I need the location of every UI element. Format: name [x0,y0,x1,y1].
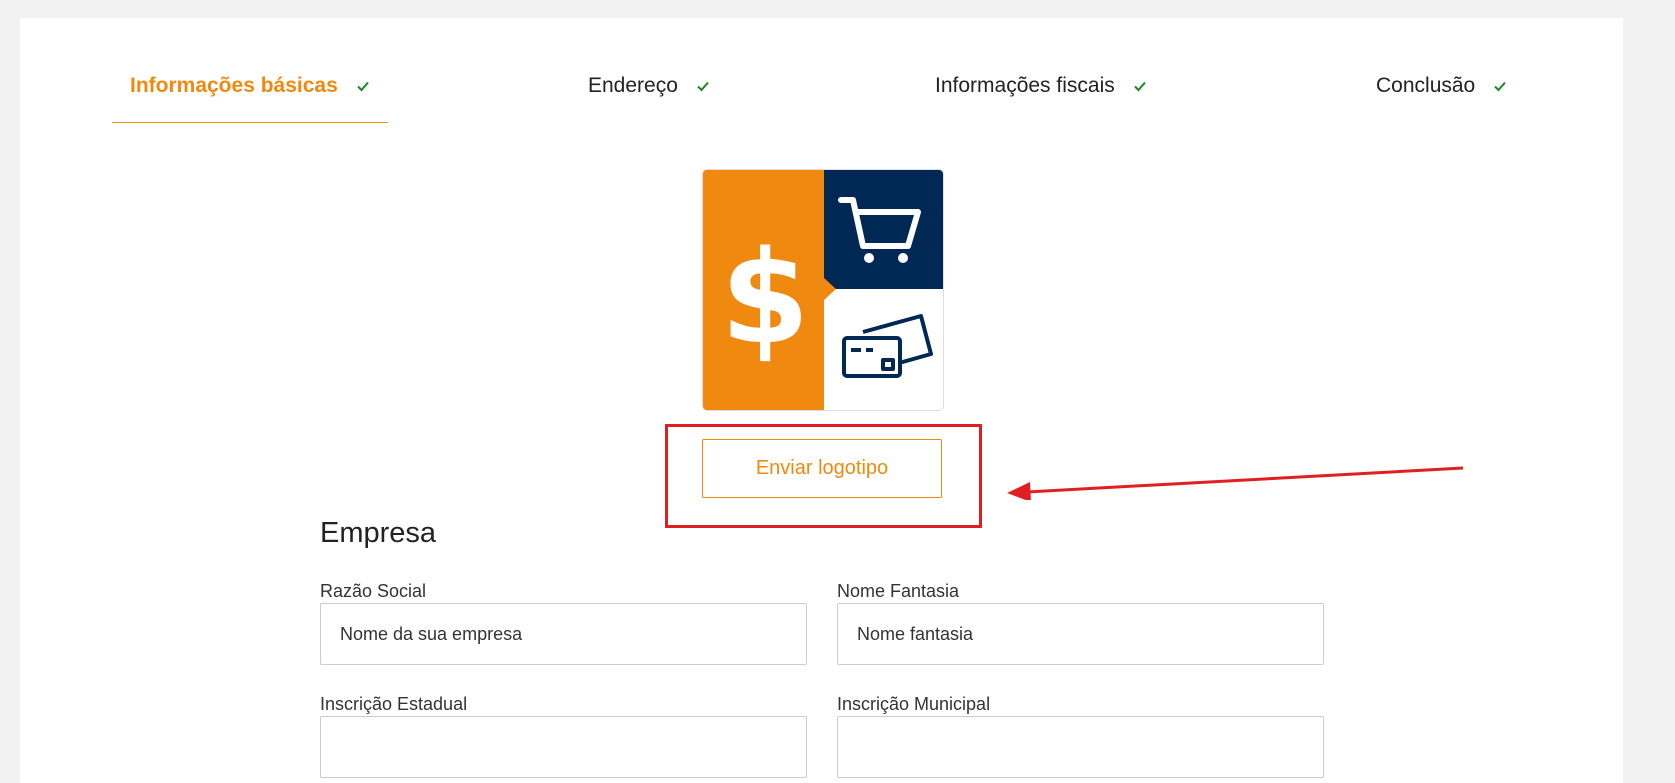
step-informacoes-fiscais[interactable]: Informações fiscais [935,74,1147,98]
check-icon [697,81,709,92]
step-conclusao[interactable]: Conclusão [1376,74,1507,98]
inscricao-estadual-label: Inscrição Estadual [320,694,468,714]
stepper: Informações básicas Endereço Informações… [20,18,1623,138]
step-label: Endereço [588,74,678,97]
step-label: Conclusão [1376,74,1476,97]
check-icon [1134,81,1146,92]
annotation-highlight-box [665,424,982,528]
form-card: Informações básicas Endereço Informações… [20,18,1623,783]
inscricao-estadual-input[interactable] [320,716,807,778]
section-title-empresa: Empresa [320,517,437,549]
dollar-icon: $ [720,224,809,373]
active-step-underline [112,122,388,123]
step-informacoes-basicas[interactable]: Informações básicas [130,74,370,98]
step-endereco[interactable]: Endereço [588,74,710,98]
check-icon [1494,81,1506,92]
step-label: Informações fiscais [935,74,1115,97]
step-label: Informações básicas [130,74,338,97]
inscricao-municipal-label: Inscrição Municipal [837,694,991,714]
razao-social-input[interactable] [320,603,807,665]
svg-text:$: $ [720,224,809,373]
annotation-arrow-icon [1007,466,1464,500]
nome-fantasia-label: Nome Fantasia [837,581,960,601]
inscricao-municipal-input[interactable] [837,716,1324,778]
check-icon [357,81,369,92]
nome-fantasia-input[interactable] [837,603,1324,665]
razao-social-label: Razão Social [320,581,427,601]
company-logo: $ [702,169,944,411]
